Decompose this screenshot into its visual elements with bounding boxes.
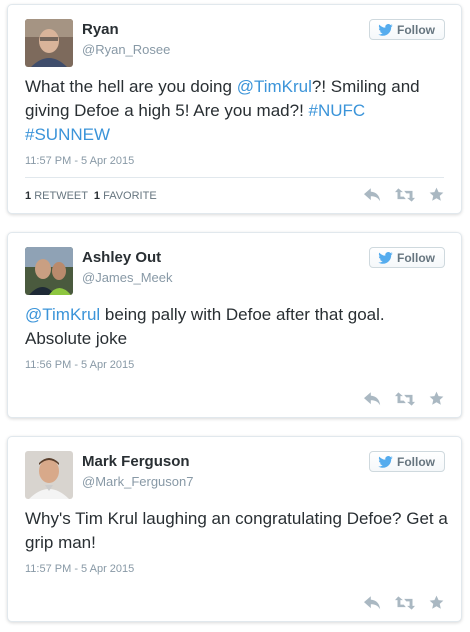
follow-label: Follow (397, 454, 435, 469)
timestamp[interactable]: 11:57 PM - 5 Apr 2015 (25, 563, 134, 575)
hashtag-link[interactable]: #NUFC (309, 101, 366, 120)
tweet-text: @TimKrul being pally with Defoe after th… (25, 303, 450, 351)
reply-icon[interactable] (364, 391, 381, 406)
avatar[interactable] (25, 451, 73, 499)
follow-button[interactable]: Follow (369, 247, 445, 268)
user-name[interactable]: Ashley Out (82, 249, 161, 266)
avatar[interactable] (25, 19, 73, 67)
tweet-text: What the hell are you doing @TimKrul?! S… (25, 75, 450, 147)
favorite-count[interactable]: 1 (94, 190, 100, 202)
tweet-text: Why's Tim Krul laughing an congratulatin… (25, 507, 450, 555)
retweet-label[interactable]: RETWEET (34, 190, 88, 202)
text-segment: What the hell are you doing (25, 77, 237, 96)
favorite-icon[interactable] (429, 187, 444, 202)
user-name[interactable]: Ryan (82, 21, 119, 38)
tweet-actions (364, 187, 444, 202)
reply-icon[interactable] (364, 595, 381, 610)
user-handle[interactable]: @James_Meek (82, 270, 173, 285)
favorite-icon[interactable] (429, 391, 444, 406)
favorite-label[interactable]: FAVORITE (103, 190, 157, 202)
tweet-card: Ashley Out @James_Meek Follow @TimKrul b… (7, 232, 462, 418)
reply-icon[interactable] (364, 187, 381, 202)
tweet-card: Mark Ferguson @Mark_Ferguson7 Follow Why… (7, 436, 462, 622)
twitter-bird-icon (378, 455, 393, 468)
follow-button[interactable]: Follow (369, 19, 445, 40)
avatar[interactable] (25, 247, 73, 295)
mention-link[interactable]: @TimKrul (25, 305, 100, 324)
tweet-actions (364, 391, 444, 406)
retweet-icon[interactable] (395, 595, 415, 610)
hashtag-link[interactable]: #SUNNEW (25, 125, 110, 144)
tweet-card: Ryan @Ryan_Rosee Follow What the hell ar… (7, 4, 462, 214)
retweet-icon[interactable] (395, 187, 415, 202)
follow-button[interactable]: Follow (369, 451, 445, 472)
divider (25, 177, 444, 178)
mention-link[interactable]: @TimKrul (237, 77, 312, 96)
twitter-bird-icon (378, 251, 393, 264)
retweet-icon[interactable] (395, 391, 415, 406)
text-segment: Why's Tim Krul laughing an congratulatin… (25, 509, 448, 552)
user-handle[interactable]: @Ryan_Rosee (82, 42, 170, 57)
follow-label: Follow (397, 22, 435, 37)
follow-label: Follow (397, 250, 435, 265)
tweet-stats: 1 RETWEET 1 FAVORITE (25, 190, 157, 202)
timestamp[interactable]: 11:57 PM - 5 Apr 2015 (25, 155, 134, 167)
timestamp[interactable]: 11:56 PM - 5 Apr 2015 (25, 359, 134, 371)
tweet-actions (364, 595, 444, 610)
twitter-bird-icon (378, 23, 393, 36)
user-handle[interactable]: @Mark_Ferguson7 (82, 474, 193, 489)
favorite-icon[interactable] (429, 595, 444, 610)
retweet-count[interactable]: 1 (25, 190, 31, 202)
user-name[interactable]: Mark Ferguson (82, 453, 190, 470)
